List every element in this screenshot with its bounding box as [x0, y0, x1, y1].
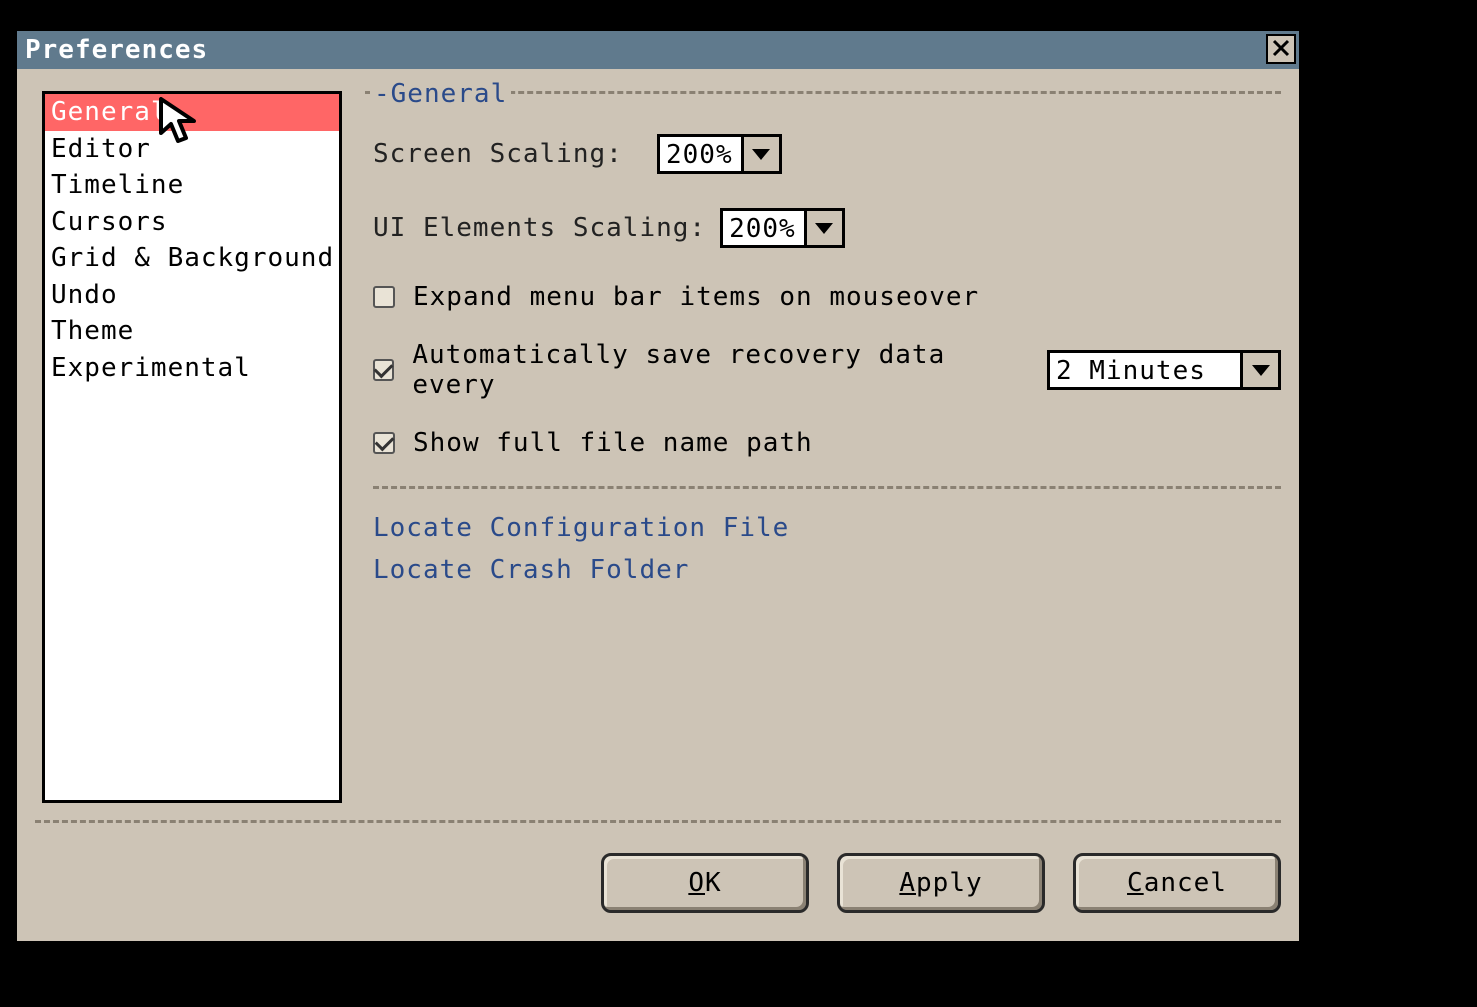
- close-icon: [1272, 34, 1290, 64]
- titlebar: Preferences: [17, 31, 1299, 69]
- autosave-interval-combo[interactable]: 2 Minutes: [1047, 350, 1281, 390]
- apply-button[interactable]: Apply: [837, 853, 1045, 913]
- ui-scaling-value: 200%: [723, 211, 804, 245]
- separator: [373, 486, 1281, 489]
- dialog-body: General Editor Timeline Cursors Grid & B…: [17, 69, 1299, 941]
- close-button[interactable]: [1266, 34, 1296, 64]
- sidebar-item-general[interactable]: General: [45, 94, 339, 131]
- screen-scaling-value: 200%: [660, 137, 741, 171]
- apply-label: Apply: [899, 868, 982, 898]
- screen-scaling-label: Screen Scaling:: [373, 139, 643, 169]
- window-title: Preferences: [25, 35, 208, 65]
- locate-crash-link[interactable]: Locate Crash Folder: [373, 555, 1281, 585]
- sidebar-item-editor[interactable]: Editor: [45, 131, 339, 168]
- show-path-checkbox[interactable]: [373, 432, 395, 454]
- fieldset-legend: -General: [370, 79, 511, 109]
- sidebar-item-theme[interactable]: Theme: [45, 313, 339, 350]
- chevron-down-icon[interactable]: [741, 137, 779, 171]
- cancel-label: Cancel: [1127, 868, 1227, 898]
- general-panel: -General Screen Scaling: 200% UI Element…: [365, 91, 1281, 771]
- ui-scaling-combo[interactable]: 200%: [720, 208, 845, 248]
- expand-menu-checkbox[interactable]: [373, 286, 395, 308]
- category-sidebar: General Editor Timeline Cursors Grid & B…: [42, 91, 342, 803]
- chevron-down-icon[interactable]: [1240, 353, 1278, 387]
- sidebar-item-experimental[interactable]: Experimental: [45, 350, 339, 387]
- ok-label: OK: [688, 868, 721, 898]
- autosave-interval-value: 2 Minutes: [1050, 353, 1240, 387]
- dialog-buttons: OK Apply Cancel: [601, 853, 1281, 913]
- sidebar-item-timeline[interactable]: Timeline: [45, 167, 339, 204]
- sidebar-item-undo[interactable]: Undo: [45, 277, 339, 314]
- sidebar-item-grid-background[interactable]: Grid & Background: [45, 240, 339, 277]
- expand-menu-label: Expand menu bar items on mouseover: [413, 282, 979, 312]
- chevron-down-icon[interactable]: [804, 211, 842, 245]
- cancel-button[interactable]: Cancel: [1073, 853, 1281, 913]
- ui-scaling-label: UI Elements Scaling:: [373, 213, 706, 243]
- locate-config-link[interactable]: Locate Configuration File: [373, 513, 1281, 543]
- sidebar-item-cursors[interactable]: Cursors: [45, 204, 339, 241]
- separator: [35, 820, 1281, 823]
- screen-scaling-combo[interactable]: 200%: [657, 134, 782, 174]
- preferences-dialog: Preferences General Editor Timeline Curs…: [14, 28, 1302, 944]
- autosave-checkbox[interactable]: [373, 359, 394, 381]
- autosave-label: Automatically save recovery data every: [412, 340, 1021, 400]
- ok-button[interactable]: OK: [601, 853, 809, 913]
- show-path-label: Show full file name path: [413, 428, 813, 458]
